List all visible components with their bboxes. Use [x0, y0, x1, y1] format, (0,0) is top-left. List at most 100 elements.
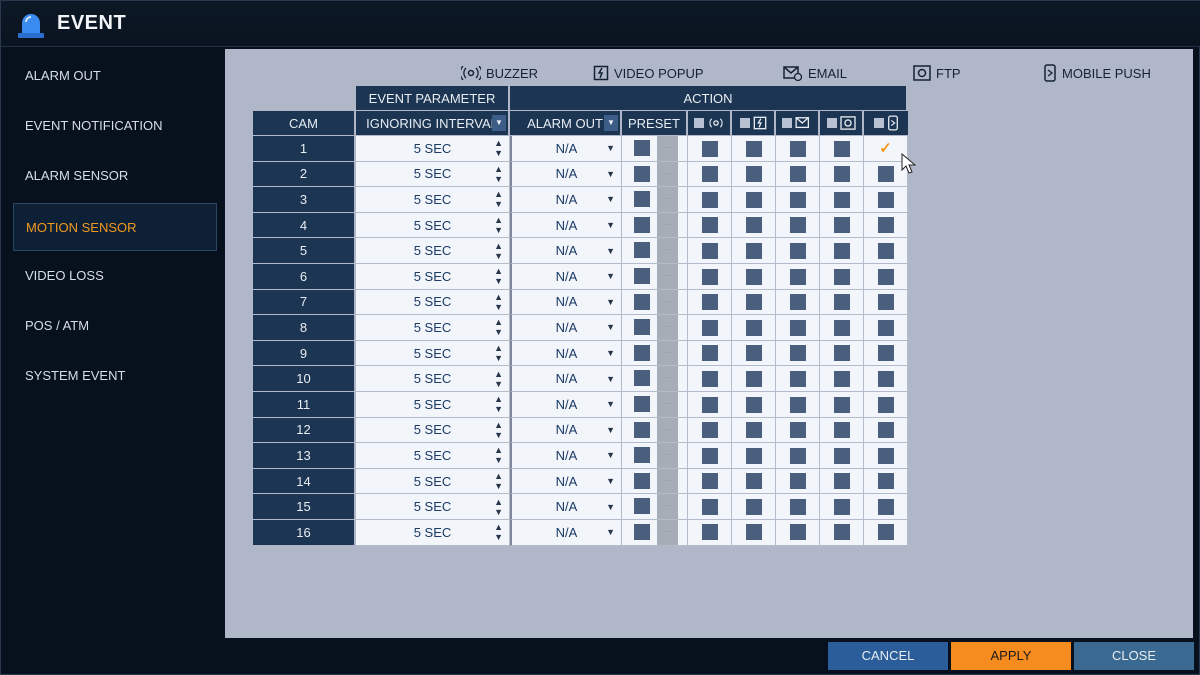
preset-more-button[interactable]: ···: [657, 187, 678, 212]
spinner-arrows-icon[interactable]: ▲ ▼: [494, 215, 503, 235]
email-checkbox[interactable]: [789, 294, 806, 311]
ignoring-interval-select[interactable]: 5 SEC ▲ ▼: [356, 366, 510, 392]
video-popup-checkbox[interactable]: [745, 524, 762, 541]
video-popup-checkbox[interactable]: [745, 166, 762, 183]
ftp-checkbox[interactable]: [833, 319, 850, 336]
spinner-arrows-icon[interactable]: ▲ ▼: [494, 317, 503, 337]
email-checkbox[interactable]: [789, 217, 806, 234]
column-header-email[interactable]: [776, 111, 820, 136]
apply-button[interactable]: APPLY: [951, 642, 1071, 670]
spinner-arrows-icon[interactable]: ▲ ▼: [494, 420, 503, 440]
email-checkbox[interactable]: [789, 166, 806, 183]
ftp-checkbox[interactable]: [833, 396, 850, 413]
ignoring-interval-select[interactable]: 5 SEC ▲ ▼: [356, 315, 510, 341]
spinner-arrows-icon[interactable]: ▲ ▼: [494, 164, 503, 184]
preset-more-button[interactable]: ···: [657, 340, 678, 366]
preset-checkbox[interactable]: [634, 216, 650, 233]
sidebar-item-alarm-sensor[interactable]: ALARM SENSOR: [13, 152, 217, 200]
preset-checkbox[interactable]: [634, 498, 650, 515]
email-checkbox[interactable]: [789, 242, 806, 259]
chevron-down-icon[interactable]: ▼: [606, 169, 615, 179]
ignoring-interval-select[interactable]: 5 SEC ▲ ▼: [356, 519, 510, 546]
preset-checkbox[interactable]: [634, 242, 650, 259]
ignoring-interval-select[interactable]: 5 SEC ▲ ▼: [356, 417, 510, 444]
preset-more-button[interactable]: ···: [657, 263, 678, 289]
email-checkbox[interactable]: [789, 473, 806, 490]
chevron-down-icon[interactable]: ▼: [606, 271, 615, 281]
buzzer-checkbox[interactable]: [701, 345, 718, 362]
preset-checkbox[interactable]: [634, 140, 650, 156]
ftp-checkbox[interactable]: [833, 345, 850, 362]
buzzer-checkbox[interactable]: [701, 217, 718, 234]
video-popup-checkbox[interactable]: [745, 345, 762, 362]
buzzer-checkbox[interactable]: [701, 473, 718, 490]
ftp-checkbox[interactable]: [833, 242, 850, 259]
ignoring-interval-select[interactable]: 5 SEC ▲ ▼: [356, 212, 510, 239]
spinner-arrows-icon[interactable]: ▲ ▼: [494, 394, 503, 414]
alarm-out-select[interactable]: N/A ▼: [510, 238, 622, 264]
chevron-down-icon[interactable]: ▼: [606, 527, 615, 537]
ftp-checkbox[interactable]: [833, 447, 850, 464]
ignoring-interval-select[interactable]: 5 SEC ▲ ▼: [356, 136, 510, 162]
email-checkbox[interactable]: [789, 191, 806, 208]
alarm-out-select[interactable]: N/A ▼: [510, 391, 622, 418]
chevron-down-icon[interactable]: ▼: [606, 399, 615, 409]
email-checkbox[interactable]: [789, 396, 806, 413]
spinner-arrows-icon[interactable]: ▲ ▼: [494, 497, 503, 517]
chevron-down-icon[interactable]: ▼: [606, 220, 615, 230]
alarm-out-select[interactable]: N/A ▼: [510, 468, 622, 495]
buzzer-checkbox[interactable]: [701, 191, 718, 208]
mobile-push-checkbox[interactable]: [877, 319, 894, 336]
preset-more-button[interactable]: ···: [657, 136, 678, 161]
alarm-out-select[interactable]: N/A ▼: [510, 263, 622, 290]
mobile-push-checkbox[interactable]: [877, 191, 894, 208]
ftp-checkbox[interactable]: [833, 166, 850, 183]
video-popup-checkbox[interactable]: [745, 473, 762, 490]
email-checkbox[interactable]: [789, 524, 806, 541]
spinner-arrows-icon[interactable]: ▲ ▼: [494, 471, 503, 491]
preset-checkbox[interactable]: [634, 447, 650, 464]
alarm-out-select[interactable]: N/A ▼: [510, 340, 622, 367]
spinner-arrows-icon[interactable]: ▲ ▼: [494, 292, 503, 312]
chevron-down-icon[interactable]: ▼: [606, 450, 615, 460]
preset-checkbox[interactable]: [634, 472, 650, 489]
email-checkbox[interactable]: [789, 370, 806, 387]
spinner-arrows-icon[interactable]: ▲ ▼: [494, 369, 503, 389]
ftp-checkbox[interactable]: [833, 217, 850, 234]
column-header-ftp[interactable]: [820, 111, 864, 136]
preset-more-button[interactable]: ···: [657, 468, 678, 494]
alarm-out-select[interactable]: N/A ▼: [510, 136, 622, 162]
preset-more-button[interactable]: ···: [657, 417, 678, 443]
buzzer-checkbox[interactable]: [701, 166, 718, 183]
mobile-push-checkbox[interactable]: [877, 473, 894, 490]
ignoring-interval-select[interactable]: 5 SEC ▲ ▼: [356, 187, 510, 213]
ftp-checkbox[interactable]: [833, 370, 850, 387]
chevron-down-icon[interactable]: ▼: [606, 348, 615, 358]
video-popup-checkbox[interactable]: [745, 319, 762, 336]
spinner-arrows-icon[interactable]: ▲ ▼: [494, 343, 503, 363]
spinner-arrows-icon[interactable]: ▲ ▼: [494, 138, 503, 158]
chevron-down-icon[interactable]: ▼: [606, 502, 615, 512]
video-popup-checkbox[interactable]: [745, 396, 762, 413]
preset-checkbox[interactable]: [634, 267, 650, 284]
ignoring-interval-select[interactable]: 5 SEC ▲ ▼: [356, 238, 510, 264]
email-checkbox[interactable]: [789, 498, 806, 515]
mobile-push-checkbox[interactable]: [877, 345, 894, 362]
spinner-arrows-icon[interactable]: ▲ ▼: [494, 266, 503, 286]
mobile-push-checkbox[interactable]: [877, 166, 894, 183]
column-header-video-popup[interactable]: [732, 111, 776, 136]
ignoring-interval-select[interactable]: 5 SEC ▲ ▼: [356, 340, 510, 367]
preset-checkbox[interactable]: [634, 344, 650, 361]
alarm-out-select[interactable]: N/A ▼: [510, 417, 622, 444]
ignoring-interval-select[interactable]: 5 SEC ▲ ▼: [356, 391, 510, 418]
ftp-select-all-checkbox[interactable]: [826, 118, 837, 128]
video-popup-checkbox[interactable]: [745, 140, 762, 157]
preset-more-button[interactable]: ···: [657, 161, 678, 187]
mobile-push-checkbox[interactable]: [877, 396, 894, 413]
alarm-out-select[interactable]: N/A ▼: [510, 315, 622, 341]
alarm-out-select[interactable]: N/A ▼: [510, 519, 622, 546]
sidebar-item-motion-sensor[interactable]: MOTION SENSOR: [13, 203, 217, 251]
mobile-push-select-all-checkbox[interactable]: [873, 118, 884, 128]
video-popup-checkbox[interactable]: [745, 447, 762, 464]
ignoring-interval-select[interactable]: 5 SEC ▲ ▼: [356, 468, 510, 495]
